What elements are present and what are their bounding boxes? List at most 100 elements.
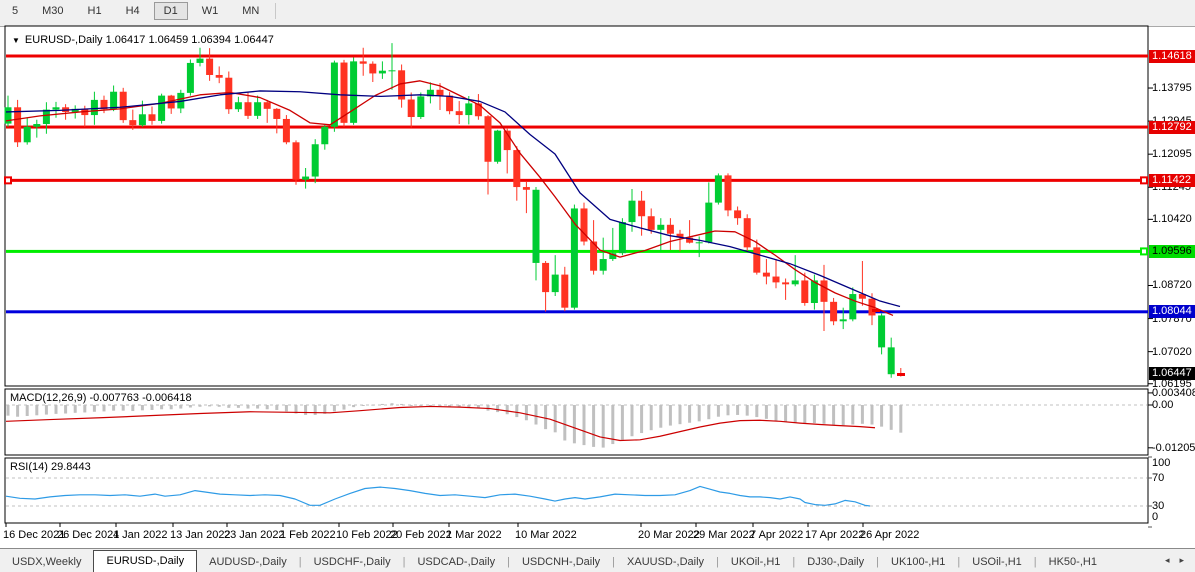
macd-histogram-bar (755, 405, 758, 417)
symbol-tab-uk100-h1[interactable]: UK100-,H1 (879, 553, 957, 572)
horizontal-level-line[interactable] (6, 55, 1148, 58)
macd-histogram-bar (400, 404, 403, 405)
candle-body (485, 116, 492, 162)
macd-histogram-bar (563, 405, 566, 441)
price-badge-1.06447: 1.06447 (1149, 367, 1195, 380)
candle-body (533, 190, 540, 263)
main-panel-border (5, 26, 1148, 386)
macd-histogram-bar (851, 405, 854, 425)
macd-histogram-bar (880, 405, 883, 427)
candle-body (437, 90, 444, 96)
macd-histogram-bar (823, 405, 826, 424)
collapse-chart-icon[interactable]: ▼ (12, 36, 20, 45)
candle-body (849, 294, 856, 319)
tab-scroll-right-icon[interactable]: ▸ (1174, 555, 1189, 566)
macd-histogram-bar (842, 405, 845, 425)
horizontal-level-line[interactable] (6, 179, 1148, 182)
symbol-tab-usdcnh-daily[interactable]: USDCNH-,Daily (510, 553, 612, 572)
candle-body (139, 114, 146, 125)
macd-histogram-bar (333, 405, 336, 411)
macd-histogram-bar (237, 405, 240, 408)
candle-body (600, 259, 607, 271)
macd-histogram-bar (218, 405, 221, 407)
price-badge-1.11422: 1.11422 (1149, 174, 1195, 187)
candle-body (619, 222, 626, 253)
candle-body (264, 102, 271, 109)
horizontal-level-line[interactable] (6, 310, 1148, 313)
symbol-tab-usdchf-daily[interactable]: USDCHF-,Daily (302, 553, 403, 572)
line-handle[interactable] (1141, 248, 1147, 254)
trading-app-window: 5M30H1H4D1W1MN ▼EURUSD-,Daily 1.06417 1.… (0, 0, 1195, 572)
candle-body (840, 319, 847, 321)
macd-histogram-bar (160, 405, 163, 409)
macd-histogram-bar (103, 405, 106, 411)
price-chart-canvas[interactable] (0, 0, 1195, 572)
symbol-tab-usoil-h1[interactable]: USOil-,H1 (960, 553, 1034, 572)
date-axis-label: 1 Feb 2022 (280, 528, 336, 542)
candle-body (830, 302, 837, 321)
candle-body (197, 59, 204, 63)
macd-axis-label: 0.00 (1152, 399, 1195, 411)
symbol-tab-eurusd-daily[interactable]: EURUSD-,Daily (93, 550, 197, 572)
macd-histogram-bar (343, 405, 346, 410)
symbol-tab-ukoil-h1[interactable]: UKOil-,H1 (719, 553, 793, 572)
macd-histogram-bar (170, 405, 173, 409)
candle-body (350, 61, 357, 122)
symbol-tab-hk50-h1[interactable]: HK50-,H1 (1037, 553, 1109, 572)
candle-body (254, 102, 261, 116)
macd-histogram-bar (208, 405, 211, 406)
macd-histogram-bar (45, 405, 48, 415)
candle-body (542, 263, 549, 292)
candle-body (417, 96, 424, 117)
symbol-tab-audusd-daily[interactable]: AUDUSD-,Daily (197, 553, 299, 572)
symbol-tab-dj30-daily[interactable]: DJ30-,Daily (795, 553, 876, 572)
macd-histogram-bar (275, 405, 278, 410)
macd-histogram-bar (688, 405, 691, 423)
chart-title: ▼EURUSD-,Daily 1.06417 1.06459 1.06394 1… (12, 34, 274, 46)
ohlc-open: 1.06417 (106, 34, 146, 46)
candle-body (638, 201, 645, 217)
candle-body (293, 142, 300, 179)
candle-body (705, 203, 712, 243)
macd-histogram-bar (890, 405, 893, 430)
candle-body (696, 242, 703, 243)
macd-histogram-bar (93, 405, 96, 412)
candle-body (773, 277, 780, 283)
candle-body (110, 92, 117, 110)
macd-histogram-bar (717, 405, 720, 417)
tab-scroll-left-icon[interactable]: ◂ (1160, 555, 1175, 566)
line-handle[interactable] (1141, 177, 1147, 183)
macd-histogram-bar (765, 405, 768, 419)
macd-indicator-label: MACD(12,26,9) -0.007763 -0.006418 (10, 392, 192, 404)
macd-histogram-bar (861, 405, 864, 424)
macd-histogram-bar (803, 405, 806, 423)
line-handle[interactable] (5, 177, 11, 183)
macd-histogram-bar (746, 405, 749, 416)
symbol-tab-xauusd-daily[interactable]: XAUUSD-,Daily (615, 553, 716, 572)
macd-histogram-bar (506, 405, 509, 414)
symbol-tab-usdx-weekly[interactable]: USDX,Weekly (0, 553, 93, 572)
macd-histogram-bar (525, 405, 528, 420)
horizontal-level-line[interactable] (6, 126, 1148, 129)
candle-body (379, 71, 386, 74)
macd-histogram-bar (266, 405, 269, 409)
candle-body (456, 111, 463, 115)
macd-histogram-bar (611, 405, 614, 444)
macd-histogram-bar (141, 405, 144, 410)
date-axis-label: 10 Mar 2022 (515, 528, 577, 542)
macd-histogram-bar (631, 405, 634, 436)
date-axis-label: 4 Jan 2022 (113, 528, 167, 542)
macd-histogram-bar (16, 405, 19, 417)
date-axis-label: 29 Mar 2022 (693, 528, 755, 542)
date-axis-label: 20 Mar 2022 (638, 528, 700, 542)
macd-histogram-bar (7, 405, 10, 416)
macd-histogram-bar (247, 405, 250, 409)
rsi-axis-label: 0 (1152, 511, 1195, 523)
macd-histogram-bar (410, 405, 413, 406)
macd-axis-label: -0.012058 (1152, 442, 1195, 454)
date-axis-label: 20 Feb 2022 (390, 528, 452, 542)
candle-body (657, 225, 664, 230)
symbol-tab-usdcad-daily[interactable]: USDCAD-,Daily (405, 553, 507, 572)
macd-histogram-bar (199, 405, 202, 407)
date-axis-label: 23 Jan 2022 (224, 528, 285, 542)
